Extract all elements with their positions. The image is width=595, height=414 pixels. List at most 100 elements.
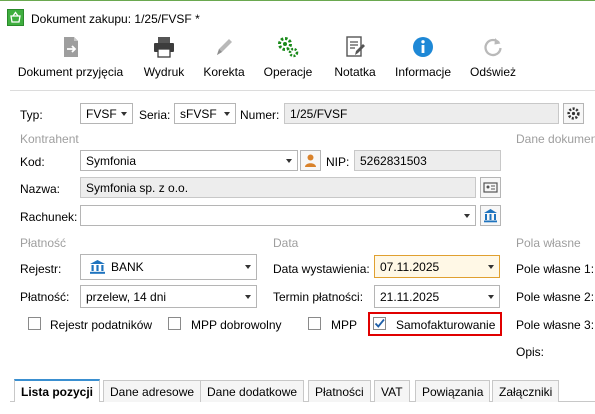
numer-label: Numer: [240,108,280,122]
rejestr-value: BANK [111,260,144,274]
bank-icon [484,209,497,223]
nip-label: NIP: [326,155,350,169]
platnosc-value: przelew, 14 dni [86,290,167,304]
window-title: Dokument zakupu: 1/25/FVSF * [31,12,200,26]
rachunek-select[interactable] [80,205,476,226]
tab-lista-pozycji[interactable]: Lista pozycji [14,379,101,402]
pencil-icon [217,39,232,55]
ribbon-toolbar: Dokument przyjęcia Wydruk Korekta Operac… [0,30,595,87]
kontrahent-section-title: Kontrahent [20,132,79,146]
app-icon [7,9,24,26]
note-button[interactable]: Notatka [326,30,384,86]
mpp-label: MPP [331,318,358,332]
chevron-down-icon [245,295,251,299]
bank-account-button[interactable] [480,205,501,226]
tab-dane-dodatkowe[interactable]: Dane dodatkowe [200,380,305,402]
pole-wlasne-1-label: Pole własne 1: [516,262,595,276]
checkmark-icon [374,318,385,328]
termin-platnosci-picker[interactable]: 21.11.2025 [374,285,500,308]
numer-value: 1/25/FVSF [290,107,348,121]
ribbon-label: Wydruk [143,65,185,79]
platnosc-label: Płatność: [20,290,70,304]
nip-value: 5262831503 [360,154,427,168]
info-icon [413,37,433,57]
platnosc-select[interactable]: przelew, 14 dni [80,285,257,308]
pole-wlasne-2-label: Pole własne 2: [516,290,595,304]
rejestr-label: Rejestr: [20,262,62,276]
chevron-down-icon [245,265,251,269]
pole-wlasne-3-label: Pole własne 3: [516,318,595,332]
chevron-down-icon [464,214,470,218]
id-card-icon [483,182,498,193]
chevron-down-icon [488,295,494,299]
seria-select[interactable]: sFVSF [174,103,236,124]
ribbon-label: Korekta [203,65,245,79]
kod-select[interactable]: Symfonia [80,150,298,171]
samofakturowanie-checkbox[interactable] [373,317,386,330]
kod-label: Kod: [20,155,45,169]
settings-button[interactable] [563,103,584,124]
contact-card-button[interactable] [480,177,501,198]
gear-icon [567,107,580,120]
document-receipt-icon [63,37,78,57]
tab-dane-adresowe[interactable]: Dane adresowe [103,380,202,402]
document-receipt-button[interactable]: Dokument przyjęcia [12,30,129,86]
operations-button[interactable]: Operacje [258,30,318,86]
termin-platnosci-label: Termin płatności: [273,290,364,304]
data-wystawienia-value: 07.11.2025 [380,260,440,274]
data-wystawienia-label: Data wystawienia: [273,262,370,276]
pola-wlasne-section-title: Pola własne [516,236,581,250]
information-button[interactable]: Informacje [391,30,455,86]
rejestr-podatnikow-label: Rejestr podatników [50,318,153,332]
tab-content-area [10,402,595,414]
printer-icon [154,37,174,58]
chevron-down-icon [121,112,127,116]
print-button[interactable]: Wydruk [138,30,190,86]
data-section-title: Data [273,236,299,250]
seria-value: sFVSF [180,107,217,121]
mpp-checkbox[interactable] [308,317,321,330]
typ-label: Typ: [20,108,43,122]
correction-button[interactable]: Korekta [200,30,248,86]
mpp-dobrowolny-label: MPP dobrowolny [191,318,282,332]
person-icon [305,154,316,167]
kod-value: Symfonia [86,154,137,168]
mpp-dobrowolny-checkbox[interactable] [168,317,181,330]
data-wystawienia-picker[interactable]: 07.11.2025 [374,255,500,278]
note-edit-icon [346,36,365,57]
refresh-icon [484,38,502,57]
bank-icon [90,260,105,274]
tab-platnosci[interactable]: Płatności [308,380,371,402]
gears-icon [278,37,299,58]
nazwa-label: Nazwa: [20,182,61,196]
tab-vat[interactable]: VAT [374,380,410,402]
rachunek-label: Rachunek: [20,210,78,224]
typ-select[interactable]: FVSF [80,103,133,124]
title-bar: Dokument zakupu: 1/25/FVSF * [0,0,595,30]
ribbon-label: Operacje [263,65,313,79]
ribbon-label: Dokument przyjęcia [17,65,124,79]
termin-platnosci-value: 21.11.2025 [380,290,440,304]
tab-powiazania[interactable]: Powiązania [415,380,491,402]
nip-field[interactable]: 5262831503 [354,150,501,171]
platnosc-section-title: Płatność [20,236,67,250]
ribbon-label: Odśwież [469,65,516,79]
samofakturowanie-label: Samofakturowanie [396,318,496,332]
ribbon-label: Notatka [334,65,376,79]
seria-label: Seria: [139,108,171,122]
opis-label: Opis: [516,345,545,359]
contractor-lookup-button[interactable] [300,150,321,171]
nazwa-field[interactable]: Symfonia sp. z o.o. [80,177,476,198]
dane-dokumentu-section-title: Dane dokumen [516,132,595,146]
chevron-down-icon [286,159,292,163]
typ-value: FVSF [86,107,117,121]
chevron-down-icon [488,265,494,269]
numer-field[interactable]: 1/25/FVSF [284,103,559,124]
rejestr-select[interactable]: BANK [80,254,257,280]
nazwa-value: Symfonia sp. z o.o. [86,181,189,195]
chevron-down-icon [224,112,230,116]
rejestr-podatnikow-checkbox[interactable] [28,317,41,330]
refresh-button[interactable]: Odśwież [465,30,521,86]
tab-zalaczniki[interactable]: Załączniki [492,380,560,402]
ribbon-separator [10,90,595,91]
